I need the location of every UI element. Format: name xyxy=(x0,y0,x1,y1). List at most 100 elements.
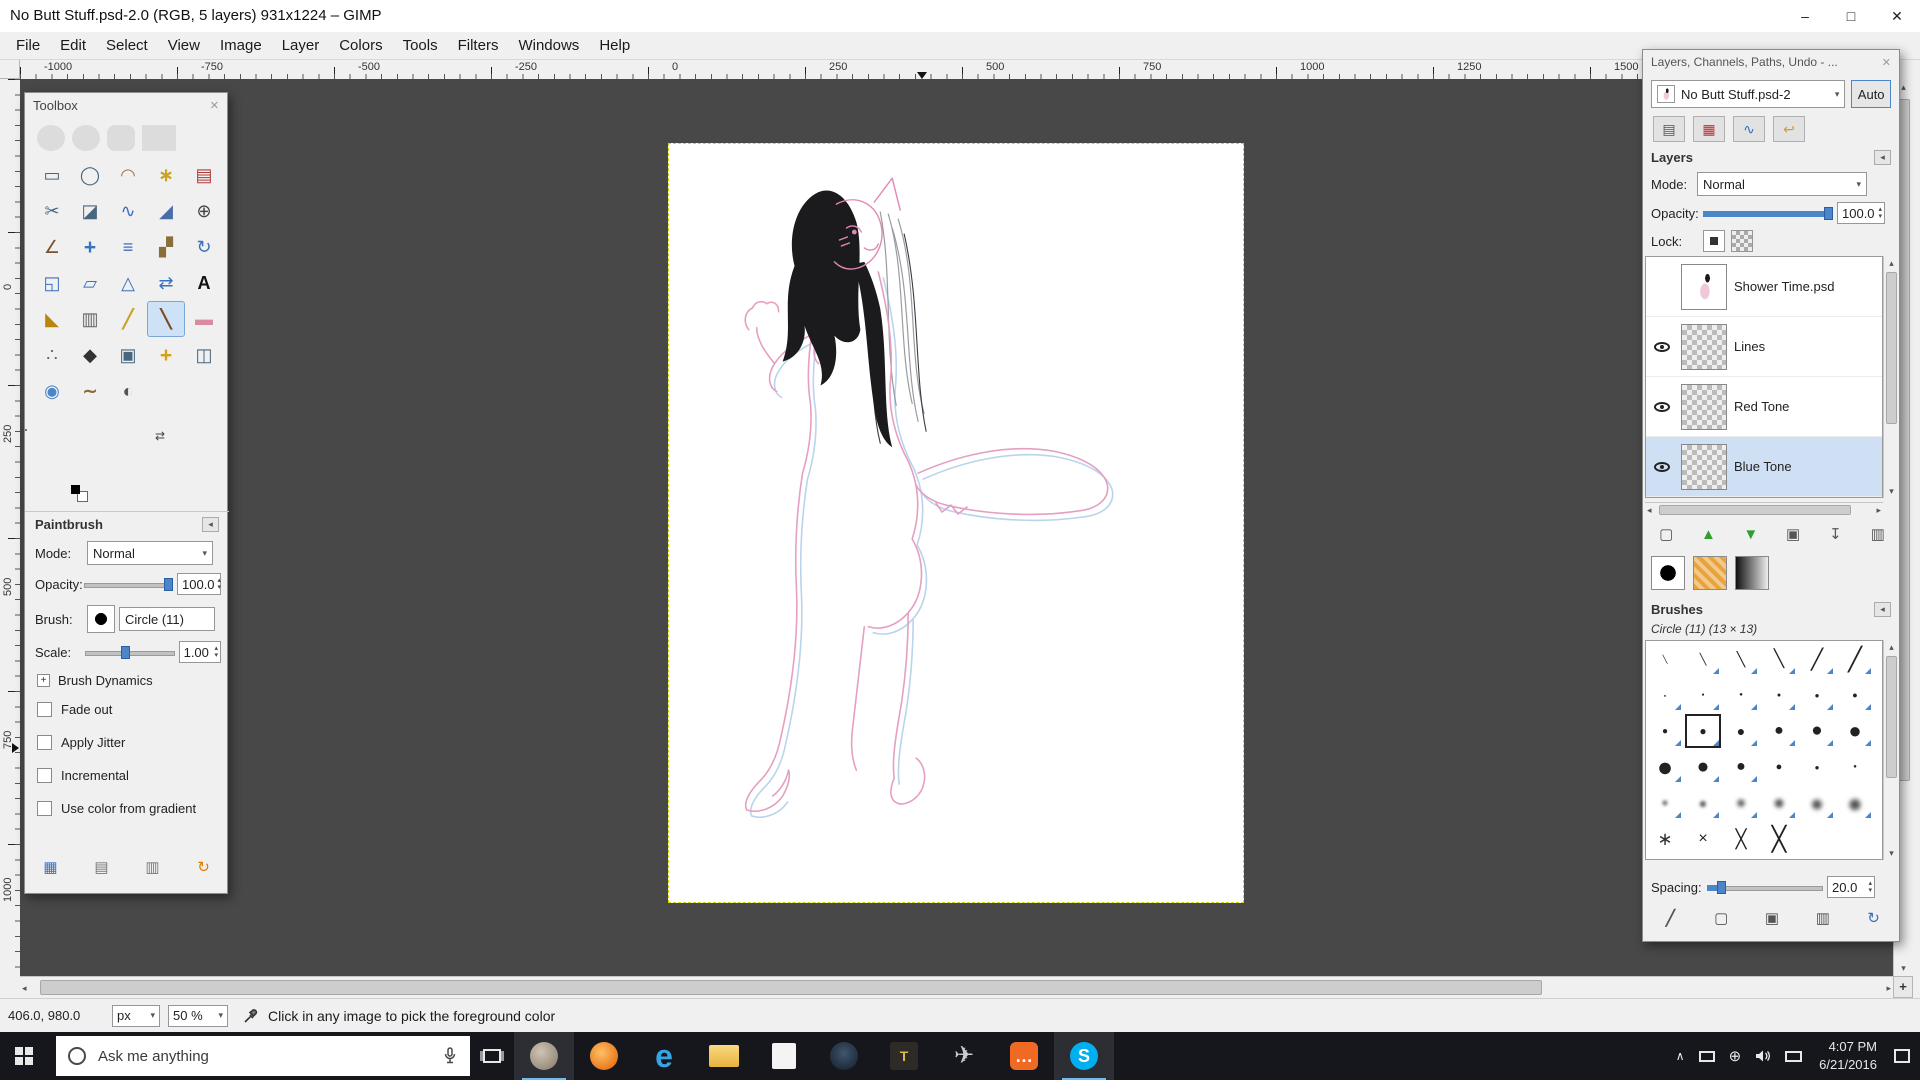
brush-swatch[interactable]: ∗ xyxy=(1646,821,1684,857)
brush-swatch[interactable]: ╲ xyxy=(1760,641,1798,677)
checkbox[interactable] xyxy=(37,801,52,816)
horizontal-ruler[interactable]: -1000-750-500-2500250500750100012501500 xyxy=(20,60,1893,80)
brush-swatch[interactable]: ● xyxy=(1722,713,1760,749)
scroll-left-arrow[interactable]: ◂ xyxy=(22,977,27,999)
brush-swatch[interactable]: × xyxy=(1684,821,1722,857)
save-options-button[interactable]: ▦ xyxy=(37,855,65,879)
layer-mode-select[interactable]: Normal▾ xyxy=(1697,172,1867,196)
brush-swatch[interactable]: ● xyxy=(1798,713,1836,749)
eraser-tool[interactable]: ▬ xyxy=(185,301,223,337)
brush-grid-vertical-scrollbar[interactable]: ▴ ▾ xyxy=(1883,640,1899,860)
reset-options-button[interactable]: ↻ xyxy=(190,855,218,879)
brush-swatch[interactable]: ╳ xyxy=(1760,821,1798,857)
move-tool[interactable]: + xyxy=(71,229,109,265)
layer-row[interactable]: Blue Tone xyxy=(1646,437,1882,497)
network-icon[interactable] xyxy=(1699,1051,1715,1062)
menu-item[interactable]: Colors xyxy=(329,33,392,58)
spinner-arrows-icon[interactable]: ▴▾ xyxy=(1868,880,1872,894)
spinner-arrows-icon[interactable]: ▴▾ xyxy=(215,645,219,659)
paintbrush-tool[interactable]: ╲ xyxy=(147,301,185,337)
menu-item[interactable]: Layer xyxy=(272,33,330,58)
scroll-down-arrow[interactable]: ▾ xyxy=(1884,484,1899,498)
ink-tool[interactable]: ◆ xyxy=(71,337,109,373)
canvas[interactable] xyxy=(668,143,1244,903)
shear-tool[interactable]: ▱ xyxy=(71,265,109,301)
scroll-thumb[interactable] xyxy=(1659,505,1851,515)
globe-icon[interactable]: ⊕ xyxy=(1729,1047,1742,1065)
unit-select[interactable]: px▾ xyxy=(112,1005,160,1027)
visibility-toggle[interactable] xyxy=(1650,282,1674,292)
brush-swatch[interactable]: ● xyxy=(1646,713,1684,749)
perspective-clone-tool[interactable]: ◫ xyxy=(185,337,223,373)
delete-brush-button[interactable]: ▥ xyxy=(1809,906,1837,930)
checkbox[interactable] xyxy=(37,735,52,750)
select-by-color-tool[interactable]: ▤ xyxy=(185,157,223,193)
brush-preview[interactable] xyxy=(87,605,115,633)
image-select[interactable]: No Butt Stuff.psd-2 ▾ xyxy=(1651,80,1845,108)
paint-mode-select[interactable]: Normal▾ xyxy=(87,541,213,565)
lock-pixels-toggle[interactable] xyxy=(1703,230,1725,252)
scroll-right-arrow[interactable]: ▸ xyxy=(1876,503,1881,518)
anchor-layer-button[interactable]: ↧ xyxy=(1821,522,1849,546)
brush-swatch[interactable]: ● xyxy=(1684,677,1722,713)
lower-layer-button[interactable]: ▼ xyxy=(1737,522,1765,546)
collapse-icon[interactable]: ◂ xyxy=(1874,150,1891,165)
close-icon[interactable]: ✕ xyxy=(210,99,219,112)
volume-icon[interactable] xyxy=(1755,1049,1771,1063)
scale-slider[interactable] xyxy=(85,645,175,660)
brush-swatch[interactable]: ● xyxy=(1722,749,1760,785)
brush-swatch[interactable]: ╳ xyxy=(1722,821,1760,857)
brush-swatch[interactable]: ● xyxy=(1684,713,1722,749)
scroll-thumb[interactable] xyxy=(1886,656,1897,778)
edge-app[interactable]: e xyxy=(634,1032,694,1080)
menu-item[interactable]: Image xyxy=(210,33,272,58)
foreground-color-swatch[interactable] xyxy=(25,429,27,431)
layer-row[interactable]: Red Tone xyxy=(1646,377,1882,437)
text-tool[interactable]: A xyxy=(185,265,223,301)
visibility-toggle[interactable] xyxy=(1650,342,1674,352)
brush-swatch[interactable]: ● xyxy=(1798,677,1836,713)
opacity-slider[interactable] xyxy=(84,577,173,592)
layer-list-horizontal-scrollbar[interactable]: ◂ ▸ xyxy=(1645,502,1883,517)
menu-item[interactable]: View xyxy=(158,33,210,58)
duplicate-brush-button[interactable]: ▣ xyxy=(1758,906,1786,930)
refresh-brushes-button[interactable]: ↻ xyxy=(1860,906,1888,930)
brush-swatch[interactable] xyxy=(1798,821,1836,857)
spinner-arrows-icon[interactable]: ▴▾ xyxy=(218,577,222,591)
visibility-toggle[interactable] xyxy=(1650,402,1674,412)
brush-swatch[interactable]: ● xyxy=(1760,713,1798,749)
rotate-tool[interactable]: ↻ xyxy=(185,229,223,265)
minimize-button[interactable]: – xyxy=(1782,0,1828,32)
store-app[interactable] xyxy=(754,1032,814,1080)
blur-sharpen-tool[interactable]: ◉ xyxy=(33,373,71,409)
cortana-search-box[interactable]: Ask me anything xyxy=(56,1036,470,1076)
brush-swatch[interactable]: ╱ xyxy=(1836,641,1874,677)
spinner-arrows-icon[interactable]: ▴▾ xyxy=(1878,206,1882,220)
fuzzy-select-tool[interactable]: ∗ xyxy=(147,157,185,193)
undo-history-tab[interactable]: ↩ xyxy=(1773,116,1805,142)
flip-tool[interactable]: ⇄ xyxy=(147,265,185,301)
scroll-left-arrow[interactable]: ◂ xyxy=(1647,503,1652,518)
brush-swatch[interactable]: ● xyxy=(1722,677,1760,713)
menu-item[interactable]: Filters xyxy=(448,33,509,58)
action-center-icon[interactable] xyxy=(1894,1049,1910,1063)
brush-swatch[interactable]: ● xyxy=(1836,713,1874,749)
airbrush-tool[interactable]: ∴ xyxy=(33,337,71,373)
brush-selector[interactable] xyxy=(1651,556,1685,590)
scissors-select-tool[interactable]: ✂ xyxy=(33,193,71,229)
brush-swatch[interactable]: ● xyxy=(1760,677,1798,713)
foreground-select-tool[interactable]: ◪ xyxy=(71,193,109,229)
ellipse-select-tool[interactable]: ◯ xyxy=(71,157,109,193)
rectangle-select-tool[interactable]: ▭ xyxy=(33,157,71,193)
vertical-ruler[interactable]: 025050075010001250 xyxy=(0,79,21,976)
scroll-right-arrow[interactable]: ▸ xyxy=(1886,977,1891,999)
brush-swatch[interactable]: ╲ xyxy=(1646,641,1684,677)
new-layer-button[interactable]: ▢ xyxy=(1652,522,1680,546)
brush-swatch[interactable]: ● xyxy=(1646,677,1684,713)
spacing-spinbox[interactable]: 20.0 ▴▾ xyxy=(1827,876,1875,898)
horizontal-scroll-thumb[interactable] xyxy=(40,980,1542,995)
brush-swatch[interactable]: ● xyxy=(1684,785,1722,821)
brush-swatch[interactable]: ╱ xyxy=(1798,641,1836,677)
brush-swatch[interactable]: ● xyxy=(1684,749,1722,785)
skype-app[interactable]: S xyxy=(1054,1032,1114,1080)
